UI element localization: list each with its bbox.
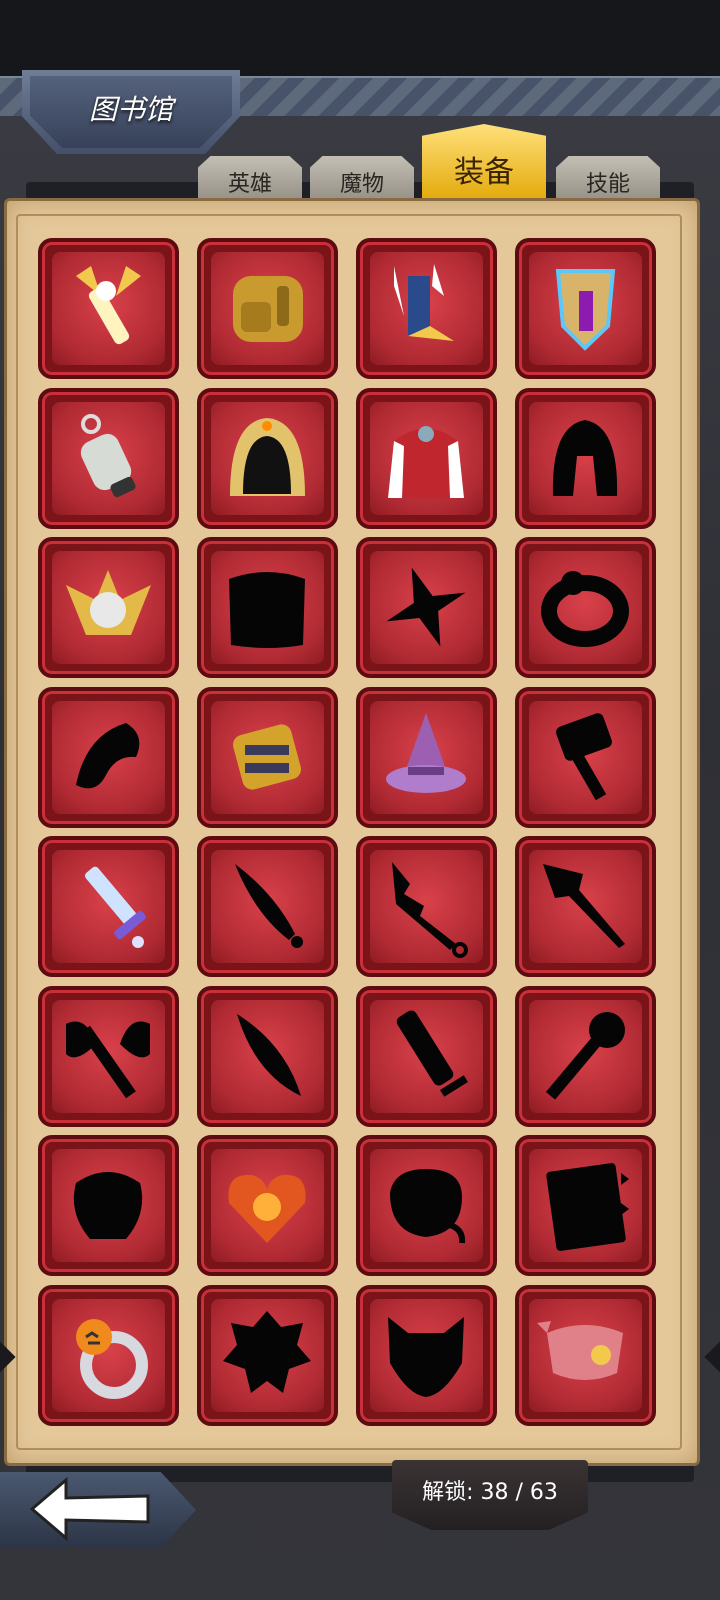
item-slot[interactable] [38,1135,179,1276]
mask-icon [388,1316,464,1397]
shadow-beast-icon [73,1172,143,1239]
golden-gauntlet-icon [233,723,301,790]
item-slot[interactable] [197,238,338,379]
helmet-icon [552,419,618,496]
shuriken-icon [386,567,466,647]
item-slot[interactable] [356,537,497,678]
item-grid [38,238,658,1426]
item-slot[interactable] [356,1284,497,1426]
item-slot[interactable] [515,238,656,379]
back-arrow-icon[interactable] [26,1476,156,1542]
hood-icon [230,417,305,496]
item-slot[interactable] [197,686,338,828]
item-slot[interactable] [197,1284,338,1426]
great-sword-icon [396,1010,468,1097]
battle-axe-icon [66,1021,150,1098]
witch-hat-icon [386,712,466,793]
emblem-icon [223,1310,311,1393]
item-slot[interactable] [38,686,179,828]
item-slot[interactable] [515,686,656,828]
item-slot[interactable] [356,985,497,1127]
item-slot[interactable] [515,985,656,1127]
jagged-blade-icon [392,862,468,958]
item-slot[interactable] [38,836,179,977]
item-slot[interactable] [38,238,179,379]
lightning-shield-icon [555,269,616,351]
bell-icon [80,413,136,497]
burning-heart-icon [228,1174,306,1243]
item-slot[interactable] [515,387,656,529]
item-slot[interactable] [197,836,338,977]
armor-icon [229,572,305,648]
item-slot[interactable] [515,836,656,977]
item-slot[interactable] [356,1135,497,1276]
golden-helm-icon [66,570,151,635]
fur-cape-icon [388,425,464,498]
winged-boots-icon [394,264,454,341]
spiked-book-icon [546,1163,629,1251]
item-slot[interactable] [356,387,497,529]
dagger-icon [235,864,303,948]
status-bar-area [0,0,720,78]
ring-icon [541,571,629,647]
page-title: 图书馆 [88,93,173,126]
bandana-icon [537,1320,623,1380]
item-slot[interactable] [38,387,179,529]
backpack-icon [233,276,303,342]
crystal-sword-icon [85,866,146,948]
item-slot[interactable] [38,537,179,678]
item-slot[interactable] [515,537,656,678]
tab-equipment[interactable]: 装备 [422,124,546,208]
item-slot[interactable] [197,537,338,678]
item-slot[interactable] [197,1135,338,1276]
item-slot[interactable] [38,985,179,1127]
item-slot[interactable] [197,985,338,1127]
spear-icon [543,864,625,948]
item-slot[interactable] [515,1284,656,1426]
item-slot[interactable] [197,387,338,529]
item-slot[interactable] [356,686,497,828]
item-slot[interactable] [515,1135,656,1276]
item-slot[interactable] [356,836,497,977]
feather-blade-icon [237,1013,301,1096]
hammer-icon [556,712,612,800]
item-slot[interactable] [356,238,497,379]
winged-scepter-icon [76,266,141,345]
bag-icon [390,1169,466,1244]
unlock-counter: 解锁: 38 / 63 [422,1480,558,1505]
claw-icon [76,722,140,788]
mace-icon [545,1011,625,1100]
pumpkin-ring-icon [76,1318,148,1399]
item-slot[interactable] [38,1284,179,1426]
